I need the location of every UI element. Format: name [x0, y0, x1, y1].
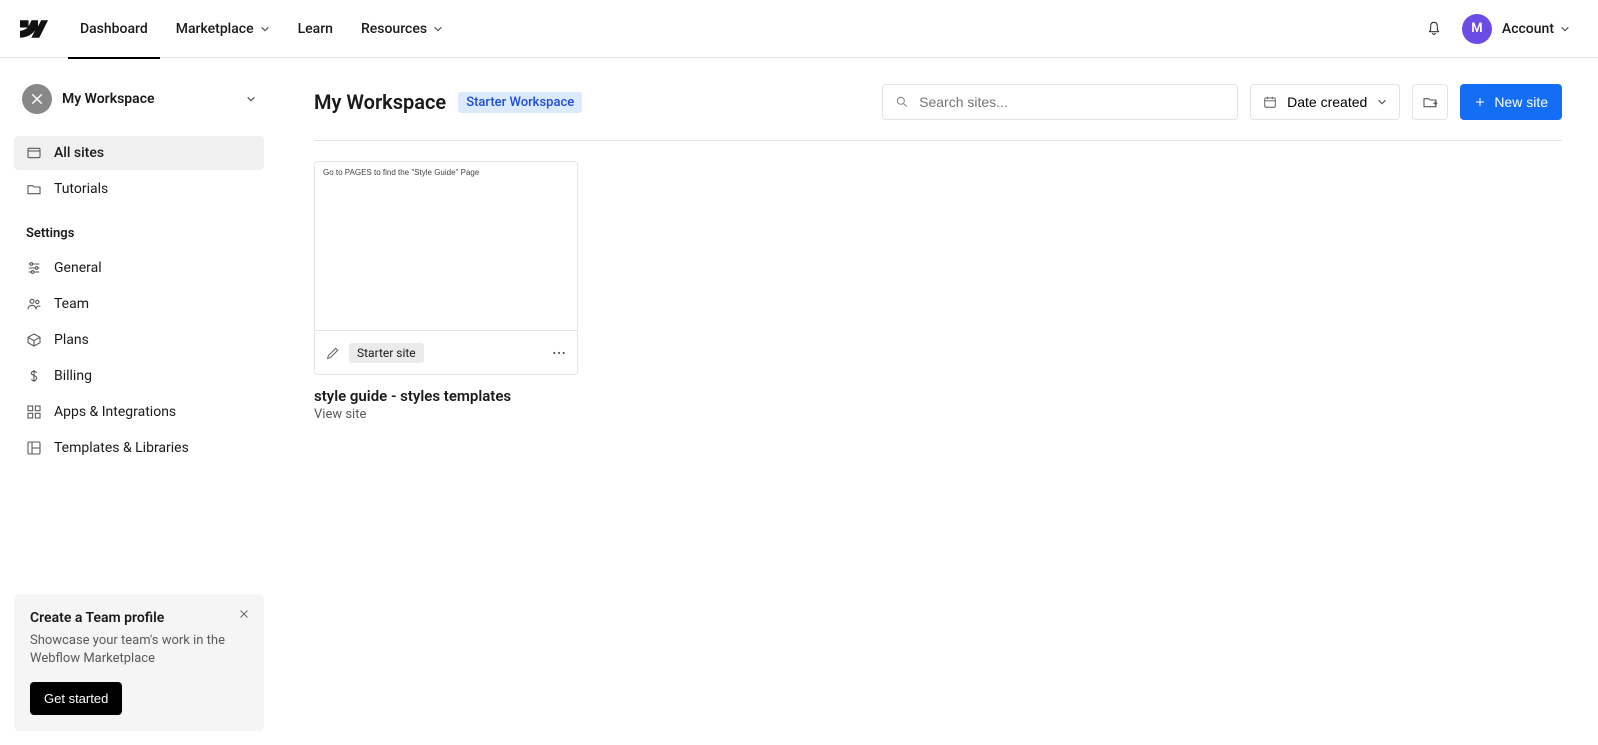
- nav-learn[interactable]: Learn: [286, 0, 345, 58]
- sidebar-item-label: Templates & Libraries: [54, 440, 189, 456]
- chevron-down-icon: [246, 94, 256, 104]
- new-site-label: New site: [1494, 94, 1548, 110]
- more-horizontal-icon: [551, 345, 567, 361]
- sidebar-item-label: Billing: [54, 368, 92, 384]
- promo-close-button[interactable]: [234, 604, 254, 624]
- site-plan-badge: Starter site: [349, 343, 424, 363]
- sidebar-item-templates[interactable]: Templates & Libraries: [14, 431, 264, 465]
- dollar-icon: [26, 368, 42, 384]
- apps-icon: [26, 404, 42, 420]
- sidebar-item-team[interactable]: Team: [14, 287, 264, 321]
- sidebar-item-billing[interactable]: Billing: [14, 359, 264, 393]
- site-more-button[interactable]: [551, 345, 567, 361]
- settings-heading: Settings: [14, 210, 264, 247]
- sidebar-item-all-sites[interactable]: All sites: [14, 136, 264, 170]
- nav-label: Dashboard: [80, 21, 148, 37]
- promo-body: Showcase your team's work in the Webflow…: [30, 632, 248, 668]
- promo-cta-button[interactable]: Get started: [30, 682, 122, 715]
- site-view-link[interactable]: View site: [314, 407, 578, 422]
- calendar-icon: [1263, 95, 1277, 109]
- thumbnail-caption: Go to PAGES to find the "Style Guide" Pa…: [323, 168, 479, 177]
- nav-marketplace[interactable]: Marketplace: [164, 0, 282, 58]
- promo-card: Create a Team profile Showcase your team…: [14, 594, 264, 731]
- chevron-down-icon: [1560, 24, 1570, 34]
- account-menu[interactable]: Account: [1502, 21, 1570, 37]
- workspace-switcher[interactable]: My Workspace: [14, 78, 264, 120]
- sidebar-item-tutorials[interactable]: Tutorials: [14, 172, 264, 206]
- nav-dashboard[interactable]: Dashboard: [68, 0, 160, 58]
- sidebar-item-apps[interactable]: Apps & Integrations: [14, 395, 264, 429]
- nav-resources[interactable]: Resources: [349, 0, 455, 58]
- nav-label: Marketplace: [176, 21, 254, 37]
- site-title: style guide - styles templates: [314, 387, 578, 405]
- folder-icon: [26, 145, 42, 161]
- search-input[interactable]: [917, 93, 1225, 111]
- chevron-down-icon: [260, 24, 270, 34]
- bell-icon: [1426, 21, 1442, 37]
- plus-icon: [1474, 96, 1486, 108]
- sidebar-item-label: Plans: [54, 332, 89, 348]
- tier-badge: Starter Workspace: [458, 92, 582, 113]
- close-icon: [238, 608, 250, 620]
- sliders-icon: [26, 260, 42, 276]
- promo-title: Create a Team profile: [30, 610, 248, 626]
- site-thumbnail[interactable]: Go to PAGES to find the "Style Guide" Pa…: [314, 161, 578, 331]
- package-icon: [26, 332, 42, 348]
- layout-icon: [26, 440, 42, 456]
- chevron-down-icon: [1377, 97, 1387, 107]
- new-site-button[interactable]: New site: [1460, 84, 1562, 120]
- content: My Workspace Starter Workspace Date crea…: [278, 58, 1598, 745]
- folder-icon: [26, 181, 42, 197]
- site-card: Go to PAGES to find the "Style Guide" Pa…: [314, 161, 578, 422]
- account-label: Account: [1502, 21, 1554, 37]
- sort-button[interactable]: Date created: [1250, 84, 1400, 120]
- sidebar-item-label: Tutorials: [54, 181, 108, 197]
- folder-plus-icon: [1422, 94, 1438, 110]
- top-nav: Dashboard Marketplace Learn Resources M …: [0, 0, 1598, 58]
- sidebar-item-label: Team: [54, 296, 89, 312]
- page-title: My Workspace: [314, 90, 446, 114]
- workspace-avatar-icon: [22, 84, 52, 114]
- sort-label: Date created: [1287, 94, 1367, 110]
- webflow-logo-icon: [20, 20, 48, 38]
- chevron-down-icon: [433, 24, 443, 34]
- logo[interactable]: [16, 11, 52, 47]
- content-header: My Workspace Starter Workspace Date crea…: [314, 84, 1562, 141]
- notifications-button[interactable]: [1416, 11, 1452, 47]
- sidebar-item-plans[interactable]: Plans: [14, 323, 264, 357]
- avatar[interactable]: M: [1462, 14, 1492, 44]
- nav-label: Learn: [298, 21, 333, 37]
- sidebar-item-general[interactable]: General: [14, 251, 264, 285]
- users-icon: [26, 296, 42, 312]
- sidebar-item-label: Apps & Integrations: [54, 404, 176, 420]
- avatar-initial: M: [1471, 21, 1482, 36]
- sidebar: My Workspace All sites Tutorials Setting…: [0, 58, 278, 745]
- site-card-bar: Starter site: [314, 331, 578, 375]
- search-field[interactable]: [882, 84, 1238, 120]
- search-icon: [895, 95, 909, 109]
- sidebar-item-label: All sites: [54, 145, 104, 161]
- draft-icon: [325, 345, 341, 361]
- nav-label: Resources: [361, 21, 427, 37]
- sidebar-item-label: General: [54, 260, 102, 276]
- workspace-name: My Workspace: [62, 91, 236, 107]
- promo-cta-label: Get started: [44, 691, 108, 706]
- new-folder-button[interactable]: [1412, 84, 1448, 120]
- site-grid: Go to PAGES to find the "Style Guide" Pa…: [314, 141, 1562, 422]
